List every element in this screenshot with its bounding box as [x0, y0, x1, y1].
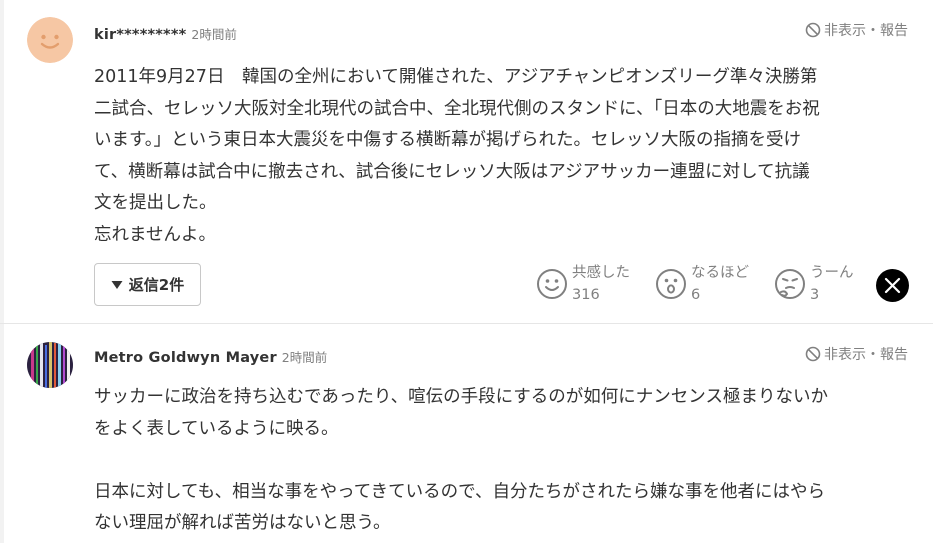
- reaction-insight-button[interactable]: なるほど 6: [655, 262, 749, 306]
- comment-line: 日本に対しても、相当な事をやってきているので、自分たちがされたら嫌な事を他者には…: [94, 481, 825, 502]
- comment-line: サッカーに政治を持ち込むであったり、喧伝の手段にするのが如何にナンセンス極まりな…: [94, 387, 828, 407]
- reaction-label: 共感した: [572, 265, 630, 281]
- comment-feed: kir********* 2時間前 非表示・報告 2011年9月27日 韓国の全…: [0, 0, 933, 543]
- hide-report-label: 非表示・報告: [824, 347, 908, 363]
- replies-toggle-button[interactable]: 返信2件: [94, 263, 201, 306]
- reaction-empathy-button[interactable]: 共感した 316: [536, 262, 630, 306]
- thinking-face-icon: [775, 269, 805, 299]
- prohibit-icon: [805, 22, 821, 38]
- hide-report-button[interactable]: 非表示・報告: [805, 344, 908, 364]
- hide-report-label: 非表示・報告: [824, 23, 908, 39]
- share-x-button[interactable]: [876, 269, 909, 302]
- comment-line: 文を提出した。: [94, 193, 217, 213]
- comment-line: 2011年9月27日 韓国の全州において開催された、アジアチャンピオンズリーグ準…: [94, 67, 818, 87]
- default-avatar-icon: [27, 17, 73, 63]
- x-logo-icon: [884, 277, 901, 294]
- hide-report-button[interactable]: 非表示・報告: [805, 20, 908, 40]
- comment-line: ない理屈が解れば苦労はないと思う。: [94, 513, 391, 533]
- username[interactable]: kir*********: [94, 27, 186, 43]
- comment-line: 二試合、セレッソ大阪対全北現代の試合中、全北現代側のスタンドに、「日本の大地震を…: [94, 98, 820, 119]
- comment-body: 2011年9月27日 韓国の全州において開催された、アジアチャンピオンズリーグ準…: [94, 62, 909, 251]
- smile-face-icon: [537, 269, 567, 299]
- reaction-label: なるほど: [691, 265, 749, 281]
- reaction-hmm-button[interactable]: うーん 3: [774, 262, 854, 306]
- reaction-count: 3: [810, 287, 820, 303]
- comment-line: 忘れませんよ。: [94, 224, 216, 245]
- comment-meta: kir********* 2時間前: [94, 24, 237, 46]
- timestamp: 2時間前: [191, 27, 237, 42]
- comment-meta: Metro Goldwyn Mayer 2時間前: [94, 347, 327, 369]
- reaction-label: うーん: [810, 265, 854, 281]
- replies-label: 返信2件: [128, 276, 185, 294]
- caret-down-icon: [111, 280, 123, 289]
- comment-item: kir********* 2時間前 非表示・報告 2011年9月27日 韓国の全…: [0, 0, 933, 323]
- username[interactable]: Metro Goldwyn Mayer: [94, 350, 277, 366]
- reaction-count: 316: [572, 287, 600, 303]
- avatar[interactable]: [27, 342, 73, 388]
- comment-line: います。」という東日本大震災を中傷する横断幕が掲げられた。セレッソ大阪の指摘を受…: [94, 130, 801, 150]
- avatar[interactable]: [27, 17, 73, 63]
- comment-line: て、横断幕は試合中に撤去され、試合後にセレッソ大阪はアジアサッカー連盟に対して抗…: [94, 161, 810, 182]
- user-photo-avatar-icon: [27, 342, 73, 388]
- reaction-count: 6: [691, 287, 701, 303]
- timestamp: 2時間前: [281, 350, 328, 365]
- comment-line: をよく表しているように映る。: [94, 418, 339, 439]
- comment-item: Metro Goldwyn Mayer 2時間前 非表示・報告 サッカーに政治を…: [0, 323, 933, 543]
- prohibit-icon: [805, 346, 821, 362]
- comment-body: サッカーに政治を持ち込むであったり、喧伝の手段にするのが如何にナンセンス極まりな…: [94, 382, 909, 540]
- surprised-face-icon: [656, 269, 686, 299]
